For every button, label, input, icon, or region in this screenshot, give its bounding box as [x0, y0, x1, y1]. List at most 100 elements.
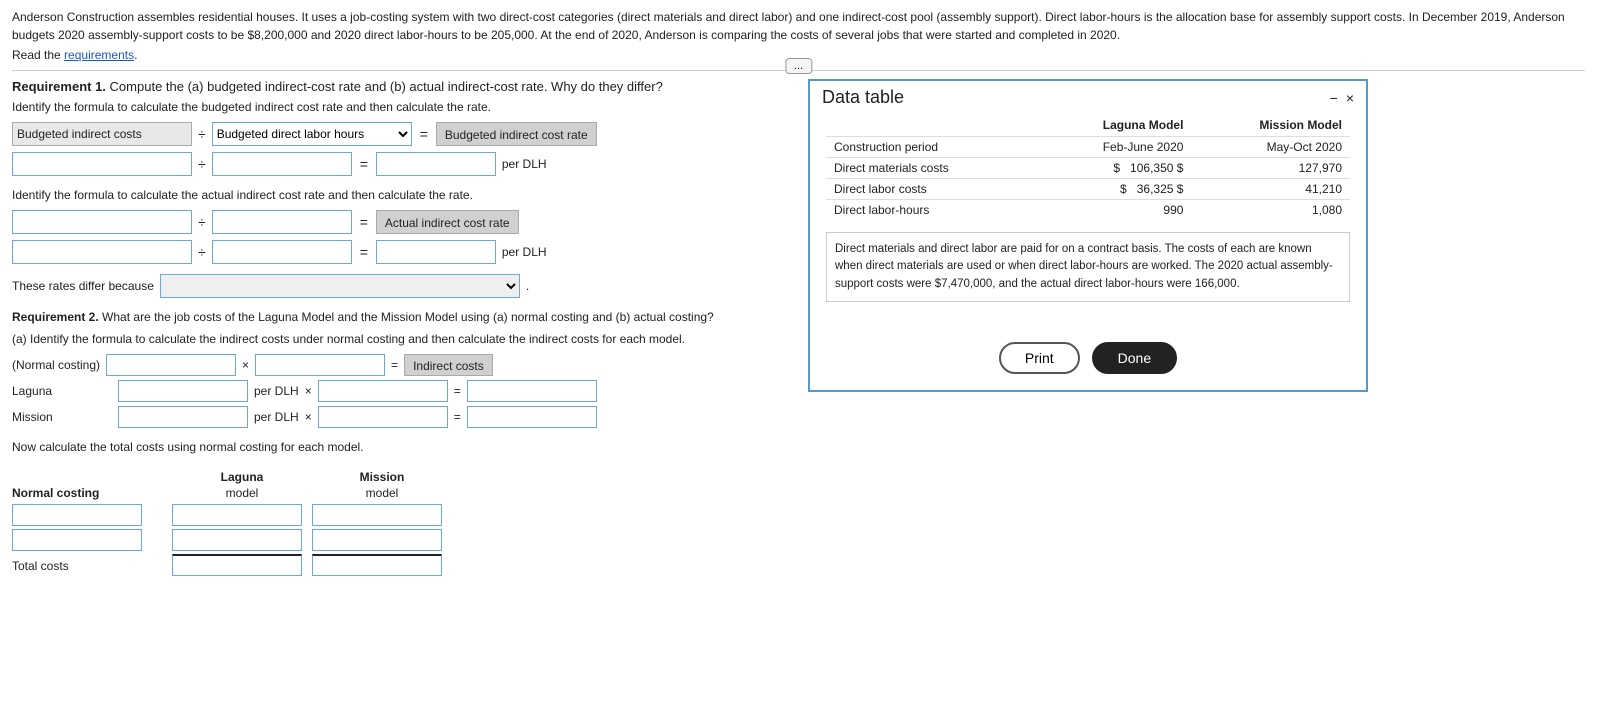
done-button[interactable]: Done	[1092, 342, 1177, 374]
actual-indirect-cost-rate-label: Actual indirect cost rate	[376, 210, 519, 234]
differ-label: These rates differ because	[12, 279, 154, 293]
req1-text: Compute the (a) budgeted indirect-cost r…	[110, 79, 663, 94]
laguna-rate-input[interactable]	[118, 380, 248, 402]
totals-sub-header: Normal costing model model	[12, 486, 792, 500]
actual-rate-result[interactable]	[376, 240, 496, 264]
totals-row1-label	[12, 504, 172, 526]
minimize-button[interactable]: −	[1330, 90, 1338, 106]
laguna-model-sub: model	[172, 486, 312, 500]
now-calc-text: Now calculate the total costs using norm…	[12, 440, 792, 454]
laguna-result-input[interactable]	[467, 380, 597, 402]
table-row: Direct labor costs $ 36,325 $ 41,210	[826, 179, 1350, 200]
req2-label: Requirement 2.	[12, 310, 99, 324]
differ-row: These rates differ because .	[12, 274, 792, 298]
direct-labor-mission: 41,210	[1191, 179, 1350, 200]
mission-result-input[interactable]	[467, 406, 597, 428]
collapse-button[interactable]: ...	[785, 58, 812, 74]
construction-period-label: Construction period	[826, 137, 1036, 158]
direct-materials-mission: 127,970	[1191, 158, 1350, 179]
mission-hours-input[interactable]	[318, 406, 448, 428]
differ-select[interactable]	[160, 274, 520, 298]
totals-row-2	[12, 529, 792, 551]
totals-row2-laguna-input[interactable]	[172, 529, 302, 551]
totals-row2-mission-input[interactable]	[312, 529, 442, 551]
col-header-mission: Mission Model	[1191, 114, 1350, 137]
actual-indirect-costs-input[interactable]	[12, 240, 192, 264]
budgeted-indirect-costs-label: Budgeted indirect costs	[12, 122, 192, 146]
direct-labor-hours-select[interactable]: Budgeted direct labor hours	[212, 122, 412, 146]
actual-dlh-input[interactable]	[212, 240, 352, 264]
requirements-link[interactable]: requirements	[64, 48, 134, 62]
mission-per-dlh: per DLH	[254, 410, 299, 424]
totals-row2-laguna	[172, 529, 312, 551]
budgeted-rate-result[interactable]	[376, 152, 496, 176]
total-costs-label: Total costs	[12, 559, 69, 573]
actual-formula-label-row: ÷ = Actual indirect cost rate	[12, 210, 792, 234]
laguna-hours-input[interactable]	[318, 380, 448, 402]
mission-model-header: Mission	[312, 470, 452, 484]
direct-labor-label: Direct labor costs	[826, 179, 1036, 200]
totals-row1-mission	[312, 504, 452, 526]
window-title: Data table	[822, 87, 904, 108]
eq-2: =	[360, 156, 368, 172]
col-header-empty	[826, 114, 1036, 137]
req2-heading: Requirement 2. What are the job costs of…	[12, 310, 792, 324]
eq-3: =	[360, 214, 368, 230]
normal-costing-sub-label: Normal costing	[12, 486, 172, 500]
table-row: Construction period Feb-June 2020 May-Oc…	[826, 137, 1350, 158]
total-costs-laguna	[172, 554, 312, 576]
direct-materials-label: Direct materials costs	[826, 158, 1036, 179]
x-op-laguna: ×	[305, 384, 312, 398]
actual-dlh-label-input[interactable]	[212, 210, 352, 234]
totals-row1-laguna-input[interactable]	[172, 504, 302, 526]
x-op-1: ×	[242, 358, 249, 372]
eq-laguna: =	[454, 384, 461, 398]
differ-period: .	[526, 279, 529, 293]
data-table-content: Laguna Model Mission Model Construction …	[810, 114, 1366, 334]
totals-col0-header	[12, 470, 172, 484]
totals-section: Laguna Mission Normal costing model mode…	[12, 470, 792, 576]
totals-row1-label-input[interactable]	[12, 504, 142, 526]
totals-row2-label-input[interactable]	[12, 529, 142, 551]
req1-sub-heading: Identify the formula to calculate the bu…	[12, 100, 792, 114]
totals-row-1	[12, 504, 792, 526]
table-row: Direct labor-hours 990 1,080	[826, 200, 1350, 221]
construction-period-laguna: Feb-June 2020	[1036, 137, 1191, 158]
mission-rate-input[interactable]	[118, 406, 248, 428]
data-table: Laguna Model Mission Model Construction …	[826, 114, 1350, 220]
direct-labor-hours-laguna: 990	[1036, 200, 1191, 221]
normal-cost-rate-input[interactable]	[106, 354, 236, 376]
normal-costing-header-row: (Normal costing) × = Indirect costs	[12, 354, 792, 376]
laguna-label: Laguna	[12, 384, 112, 398]
normal-cost-hours-input[interactable]	[255, 354, 385, 376]
eq-1: =	[420, 126, 428, 142]
laguna-per-dlh: per DLH	[254, 384, 299, 398]
indirect-costs-label: Indirect costs	[404, 354, 493, 376]
per-dlh-2: per DLH	[502, 245, 547, 259]
total-costs-laguna-input[interactable]	[172, 554, 302, 576]
req2-text: What are the job costs of the Laguna Mod…	[102, 310, 714, 324]
print-button[interactable]: Print	[999, 342, 1080, 374]
totals-row2-label	[12, 529, 172, 551]
laguna-model-header: Laguna	[172, 470, 312, 484]
budgeted-indirect-costs-input[interactable]	[12, 152, 192, 176]
divider-container: ...	[12, 70, 1585, 71]
div-op-3: ÷	[198, 214, 206, 230]
total-costs-mission-input[interactable]	[312, 554, 442, 576]
div-op-1: ÷	[198, 126, 206, 142]
mission-model-sub: model	[312, 486, 452, 500]
eq-4: =	[360, 244, 368, 260]
total-costs-mission	[312, 554, 452, 576]
req1-label: Requirement 1.	[12, 79, 106, 94]
close-button[interactable]: ×	[1346, 90, 1354, 106]
table-row: Direct materials costs $ 106,350 $ 127,9…	[826, 158, 1350, 179]
totals-row1-mission-input[interactable]	[312, 504, 442, 526]
actual-indirect-costs-label-input[interactable]	[12, 210, 192, 234]
budgeted-indirect-cost-rate-label: Budgeted indirect cost rate	[436, 122, 597, 146]
right-panel: Data table − × Laguna Model Mission Mod	[808, 79, 1585, 579]
budgeted-dlh-input[interactable]	[212, 152, 352, 176]
construction-period-mission: May-Oct 2020	[1191, 137, 1350, 158]
total-costs-row: Total costs	[12, 554, 792, 576]
intro-paragraph: Anderson Construction assembles resident…	[12, 10, 1565, 42]
req2-sub-heading: (a) Identify the formula to calculate th…	[12, 332, 792, 346]
